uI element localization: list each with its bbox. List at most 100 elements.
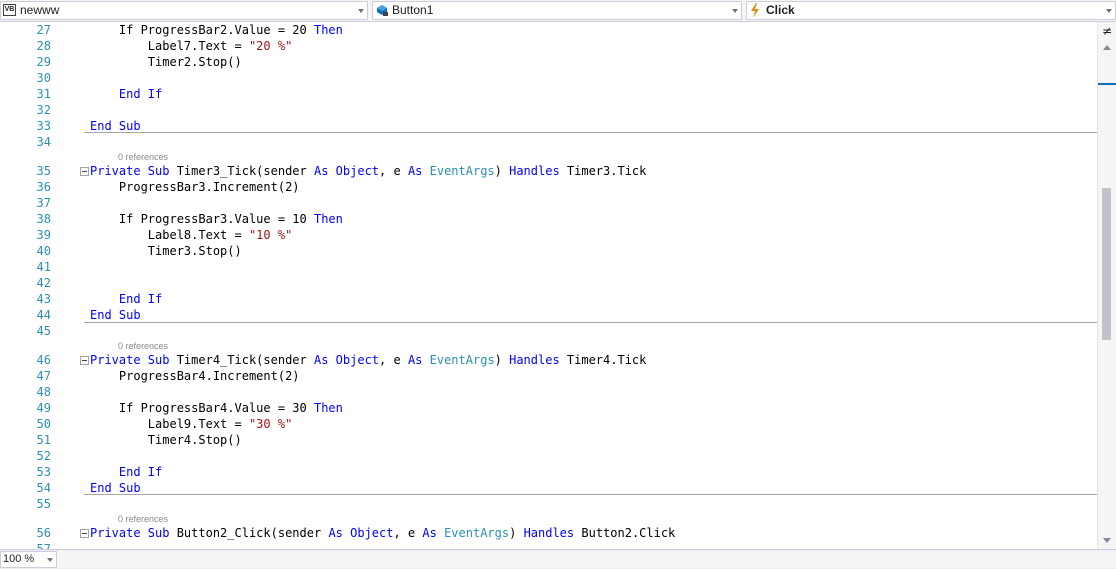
code-line[interactable]: 32 (0, 102, 1097, 118)
line-number: 31 (36, 87, 51, 101)
code-line[interactable]: 27 If ProgressBar2.Value = 20 Then (0, 22, 1097, 38)
code-line[interactable]: 45 (0, 323, 1097, 339)
code-line[interactable]: 38 If ProgressBar3.Value = 10 Then (0, 211, 1097, 227)
code-line[interactable]: 54 End Sub (0, 480, 1097, 496)
line-number: 29 (36, 55, 51, 69)
line-number: 52 (36, 449, 51, 463)
code-line[interactable]: 52 (0, 448, 1097, 464)
code-line[interactable]: 56 Private Sub Button2_Click(sender As Ob… (0, 525, 1097, 541)
keyword-token: Then (313, 23, 343, 37)
code-line[interactable]: 43 End If (0, 291, 1097, 307)
line-number: 32 (36, 103, 51, 117)
code-token: If ProgressBar4.Value = 30 (90, 401, 314, 415)
code-line[interactable]: 28 Label7.Text = "20 %" (0, 38, 1097, 54)
chevron-down-icon (47, 558, 53, 562)
code-line[interactable]: 30 (0, 70, 1097, 86)
code-text[interactable]: ProgressBar4.Increment(2) (90, 368, 300, 384)
code-token: Timer2.Stop() (90, 55, 242, 69)
code-line[interactable]: 41 (0, 259, 1097, 275)
line-number: 30 (36, 71, 51, 85)
string-token: "10 %" (248, 228, 293, 242)
code-line[interactable]: 29 Timer2.Stop() (0, 54, 1097, 70)
code-line[interactable]: 39 Label8.Text = "10 %" (0, 227, 1097, 243)
code-line[interactable]: 48 (0, 384, 1097, 400)
code-line[interactable]: 31 End If (0, 86, 1097, 102)
keyword-token: Handles (509, 164, 560, 178)
code-text[interactable]: End If (90, 464, 162, 480)
code-line[interactable]: 53 End If (0, 464, 1097, 480)
member-dropdown[interactable]: Click (746, 1, 1116, 20)
line-number: 35 (36, 164, 51, 178)
code-editor[interactable]: 0 references 0 references 0 references 2… (0, 22, 1097, 549)
type-token: EventArgs (429, 164, 495, 178)
keyword-token: End If (118, 87, 163, 101)
code-line[interactable]: 34 (0, 134, 1097, 150)
keyword-token: As (407, 353, 423, 367)
code-line[interactable]: 42 (0, 275, 1097, 291)
keyword-token: End Sub (90, 481, 141, 495)
code-text[interactable]: Label9.Text = "30 %" (90, 416, 293, 432)
code-line[interactable]: 50 Label9.Text = "30 %" (0, 416, 1097, 432)
code-text[interactable]: End If (90, 86, 162, 102)
code-text[interactable]: ProgressBar3.Increment(2) (90, 179, 300, 195)
line-number: 46 (36, 353, 51, 367)
code-text[interactable]: Timer4.Stop() (90, 432, 242, 448)
keyword-token: Private Sub (90, 526, 170, 540)
split-window-icon[interactable]: ≠ (1101, 24, 1113, 38)
keyword-token: As (328, 526, 343, 540)
code-token: , e (379, 353, 408, 367)
code-text[interactable]: End Sub (90, 480, 141, 496)
codelens-references[interactable]: 0 references (118, 150, 168, 164)
code-line[interactable]: 57 (0, 541, 1097, 549)
scroll-down-arrow-icon[interactable] (1103, 538, 1111, 543)
code-line[interactable]: 33 End Sub (0, 118, 1097, 134)
vertical-scrollbar[interactable]: ≠ (1097, 22, 1116, 549)
object-dropdown[interactable]: Button1 (372, 1, 742, 20)
code-text[interactable]: Timer3.Stop() (90, 243, 242, 259)
code-line[interactable]: 51 Timer4.Stop() (0, 432, 1097, 448)
code-text[interactable]: End If (90, 291, 162, 307)
scroll-up-arrow-icon[interactable] (1103, 45, 1111, 50)
code-text[interactable]: If ProgressBar4.Value = 30 Then (90, 400, 343, 416)
code-line[interactable]: 37 (0, 195, 1097, 211)
navigation-bar: VB newww Button1 Click (0, 0, 1116, 22)
code-line[interactable]: 55 (0, 496, 1097, 512)
codelens-references[interactable]: 0 references (118, 339, 168, 353)
scrollbar-thumb[interactable] (1102, 188, 1111, 340)
zoom-dropdown[interactable]: 100 % (0, 551, 57, 568)
object-dropdown-label: Button1 (392, 3, 434, 17)
code-text[interactable]: End Sub (90, 118, 141, 134)
code-line[interactable]: 49 If ProgressBar4.Value = 30 Then (0, 400, 1097, 416)
code-line[interactable]: 47 ProgressBar4.Increment(2) (0, 368, 1097, 384)
code-text[interactable]: Private Sub Button2_Click(sender As Obje… (90, 525, 675, 541)
line-number: 51 (36, 433, 51, 447)
line-number: 42 (36, 276, 51, 290)
line-number: 41 (36, 260, 51, 274)
chevron-down-icon (1106, 9, 1112, 13)
keyword-token: End If (118, 292, 163, 306)
code-text[interactable]: Private Sub Timer4_Tick(sender As Object… (90, 352, 646, 368)
code-line[interactable]: 35 Private Sub Timer3_Tick(sender As Obje… (0, 163, 1097, 179)
code-line[interactable]: 44 End Sub (0, 307, 1097, 323)
keyword-token: Then (313, 401, 343, 415)
project-dropdown[interactable]: VB newww (0, 1, 368, 20)
horizontal-scrollbar[interactable] (57, 551, 1116, 568)
line-number: 54 (36, 481, 51, 495)
code-line[interactable]: 40 Timer3.Stop() (0, 243, 1097, 259)
code-token: ) (494, 353, 510, 367)
code-text[interactable]: Label8.Text = "10 %" (90, 227, 293, 243)
code-token: Button2_Click(sender (169, 526, 329, 540)
code-text[interactable]: If ProgressBar3.Value = 10 Then (90, 211, 343, 227)
code-text[interactable]: Private Sub Timer3_Tick(sender As Object… (90, 163, 646, 179)
string-token: "20 %" (248, 39, 293, 53)
code-text[interactable]: Timer2.Stop() (90, 54, 242, 70)
line-number: 39 (36, 228, 51, 242)
code-line[interactable]: 36 ProgressBar3.Increment(2) (0, 179, 1097, 195)
code-text[interactable]: Label7.Text = "20 %" (90, 38, 293, 54)
code-line[interactable]: 46 Private Sub Timer4_Tick(sender As Obje… (0, 352, 1097, 368)
code-text[interactable]: End Sub (90, 307, 141, 323)
code-text[interactable]: If ProgressBar2.Value = 20 Then (90, 22, 343, 38)
codelens-references[interactable]: 0 references (118, 512, 168, 526)
